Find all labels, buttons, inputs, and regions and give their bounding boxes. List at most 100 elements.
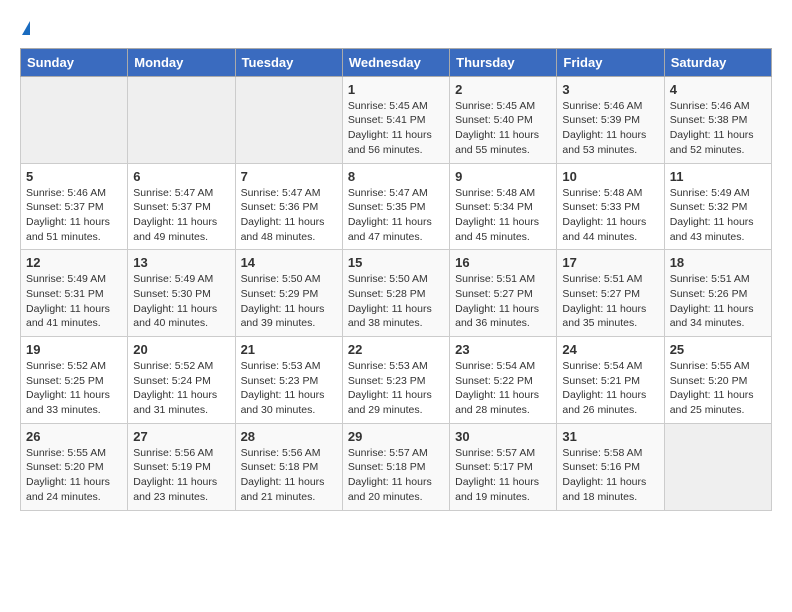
weekday-header-tuesday: Tuesday: [235, 48, 342, 76]
day-number: 9: [455, 169, 551, 184]
calendar-cell: [664, 423, 771, 510]
day-info: Sunrise: 5:58 AM Sunset: 5:16 PM Dayligh…: [562, 446, 658, 505]
day-info: Sunrise: 5:56 AM Sunset: 5:18 PM Dayligh…: [241, 446, 337, 505]
day-info: Sunrise: 5:53 AM Sunset: 5:23 PM Dayligh…: [241, 359, 337, 418]
calendar-cell: 28 Sunrise: 5:56 AM Sunset: 5:18 PM Dayli…: [235, 423, 342, 510]
calendar-cell: 29 Sunrise: 5:57 AM Sunset: 5:18 PM Dayli…: [342, 423, 449, 510]
logo: [20, 20, 30, 40]
day-number: 12: [26, 255, 122, 270]
day-number: 28: [241, 429, 337, 444]
calendar-cell: 3 Sunrise: 5:46 AM Sunset: 5:39 PM Daylig…: [557, 76, 664, 163]
calendar-week-row: 19Sunrise: 5:52 AM Sunset: 5:25 PM Dayli…: [21, 337, 772, 424]
header: [20, 20, 772, 40]
day-number: 30: [455, 429, 551, 444]
calendar-cell: 12 Sunrise: 5:49 AM Sunset: 5:31 PM Dayli…: [21, 250, 128, 337]
day-number: 15: [348, 255, 444, 270]
calendar-cell: 6 Sunrise: 5:47 AM Sunset: 5:37 PM Daylig…: [128, 163, 235, 250]
day-info: Sunrise: 5:49 AM Sunset: 5:30 PM Dayligh…: [133, 272, 229, 331]
calendar-week-row: 1 Sunrise: 5:45 AM Sunset: 5:41 PM Daylig…: [21, 76, 772, 163]
calendar-cell: 9 Sunrise: 5:48 AM Sunset: 5:34 PM Daylig…: [450, 163, 557, 250]
day-number: 3: [562, 82, 658, 97]
day-number: 27: [133, 429, 229, 444]
calendar-cell: 19Sunrise: 5:52 AM Sunset: 5:25 PM Dayli…: [21, 337, 128, 424]
calendar-cell: 11 Sunrise: 5:49 AM Sunset: 5:32 PM Dayli…: [664, 163, 771, 250]
day-info: Sunrise: 5:51 AM Sunset: 5:27 PM Dayligh…: [562, 272, 658, 331]
day-number: 4: [670, 82, 766, 97]
day-number: 24: [562, 342, 658, 357]
day-info: Sunrise: 5:46 AM Sunset: 5:37 PM Dayligh…: [26, 186, 122, 245]
logo-top: [20, 20, 30, 40]
calendar-cell: 17 Sunrise: 5:51 AM Sunset: 5:27 PM Dayli…: [557, 250, 664, 337]
calendar-week-row: 12 Sunrise: 5:49 AM Sunset: 5:31 PM Dayli…: [21, 250, 772, 337]
day-info: Sunrise: 5:54 AM Sunset: 5:22 PM Dayligh…: [455, 359, 551, 418]
day-number: 18: [670, 255, 766, 270]
calendar-cell: 30Sunrise: 5:57 AM Sunset: 5:17 PM Dayli…: [450, 423, 557, 510]
day-number: 1: [348, 82, 444, 97]
day-info: Sunrise: 5:55 AM Sunset: 5:20 PM Dayligh…: [26, 446, 122, 505]
day-info: Sunrise: 5:57 AM Sunset: 5:18 PM Dayligh…: [348, 446, 444, 505]
calendar-cell: [21, 76, 128, 163]
day-info: Sunrise: 5:48 AM Sunset: 5:34 PM Dayligh…: [455, 186, 551, 245]
calendar-cell: 2Sunrise: 5:45 AM Sunset: 5:40 PM Daylig…: [450, 76, 557, 163]
day-number: 14: [241, 255, 337, 270]
calendar-cell: 31 Sunrise: 5:58 AM Sunset: 5:16 PM Dayli…: [557, 423, 664, 510]
day-number: 7: [241, 169, 337, 184]
weekday-header-sunday: Sunday: [21, 48, 128, 76]
calendar-cell: 1 Sunrise: 5:45 AM Sunset: 5:41 PM Daylig…: [342, 76, 449, 163]
day-number: 29: [348, 429, 444, 444]
calendar-cell: 22 Sunrise: 5:53 AM Sunset: 5:23 PM Dayli…: [342, 337, 449, 424]
day-number: 2: [455, 82, 551, 97]
day-number: 17: [562, 255, 658, 270]
calendar-cell: 23 Sunrise: 5:54 AM Sunset: 5:22 PM Dayli…: [450, 337, 557, 424]
day-info: Sunrise: 5:47 AM Sunset: 5:37 PM Dayligh…: [133, 186, 229, 245]
weekday-header-thursday: Thursday: [450, 48, 557, 76]
day-info: Sunrise: 5:49 AM Sunset: 5:31 PM Dayligh…: [26, 272, 122, 331]
day-number: 21: [241, 342, 337, 357]
calendar-cell: [128, 76, 235, 163]
calendar-cell: 13Sunrise: 5:49 AM Sunset: 5:30 PM Dayli…: [128, 250, 235, 337]
day-info: Sunrise: 5:55 AM Sunset: 5:20 PM Dayligh…: [670, 359, 766, 418]
day-number: 23: [455, 342, 551, 357]
weekday-header-saturday: Saturday: [664, 48, 771, 76]
day-number: 20: [133, 342, 229, 357]
day-number: 26: [26, 429, 122, 444]
page: SundayMondayTuesdayWednesdayThursdayFrid…: [0, 0, 792, 521]
calendar-week-row: 26 Sunrise: 5:55 AM Sunset: 5:20 PM Dayli…: [21, 423, 772, 510]
calendar-cell: 26 Sunrise: 5:55 AM Sunset: 5:20 PM Dayli…: [21, 423, 128, 510]
day-number: 6: [133, 169, 229, 184]
weekday-header-row: SundayMondayTuesdayWednesdayThursdayFrid…: [21, 48, 772, 76]
calendar-cell: 8 Sunrise: 5:47 AM Sunset: 5:35 PM Daylig…: [342, 163, 449, 250]
day-info: Sunrise: 5:51 AM Sunset: 5:26 PM Dayligh…: [670, 272, 766, 331]
calendar-cell: 27Sunrise: 5:56 AM Sunset: 5:19 PM Dayli…: [128, 423, 235, 510]
day-info: Sunrise: 5:46 AM Sunset: 5:39 PM Dayligh…: [562, 99, 658, 158]
day-info: Sunrise: 5:49 AM Sunset: 5:32 PM Dayligh…: [670, 186, 766, 245]
day-info: Sunrise: 5:52 AM Sunset: 5:25 PM Dayligh…: [26, 359, 122, 418]
day-number: 11: [670, 169, 766, 184]
calendar-table: SundayMondayTuesdayWednesdayThursdayFrid…: [20, 48, 772, 511]
calendar-cell: 7 Sunrise: 5:47 AM Sunset: 5:36 PM Daylig…: [235, 163, 342, 250]
calendar-week-row: 5Sunrise: 5:46 AM Sunset: 5:37 PM Daylig…: [21, 163, 772, 250]
day-info: Sunrise: 5:46 AM Sunset: 5:38 PM Dayligh…: [670, 99, 766, 158]
calendar-cell: 4 Sunrise: 5:46 AM Sunset: 5:38 PM Daylig…: [664, 76, 771, 163]
calendar-tbody: 1 Sunrise: 5:45 AM Sunset: 5:41 PM Daylig…: [21, 76, 772, 510]
day-number: 8: [348, 169, 444, 184]
day-info: Sunrise: 5:47 AM Sunset: 5:36 PM Dayligh…: [241, 186, 337, 245]
day-info: Sunrise: 5:50 AM Sunset: 5:29 PM Dayligh…: [241, 272, 337, 331]
calendar-cell: 18 Sunrise: 5:51 AM Sunset: 5:26 PM Dayli…: [664, 250, 771, 337]
weekday-header-wednesday: Wednesday: [342, 48, 449, 76]
calendar-cell: 14 Sunrise: 5:50 AM Sunset: 5:29 PM Dayli…: [235, 250, 342, 337]
day-info: Sunrise: 5:53 AM Sunset: 5:23 PM Dayligh…: [348, 359, 444, 418]
day-number: 31: [562, 429, 658, 444]
day-number: 22: [348, 342, 444, 357]
calendar-thead: SundayMondayTuesdayWednesdayThursdayFrid…: [21, 48, 772, 76]
day-info: Sunrise: 5:48 AM Sunset: 5:33 PM Dayligh…: [562, 186, 658, 245]
day-number: 25: [670, 342, 766, 357]
calendar-cell: 10Sunrise: 5:48 AM Sunset: 5:33 PM Dayli…: [557, 163, 664, 250]
calendar-cell: 25 Sunrise: 5:55 AM Sunset: 5:20 PM Dayli…: [664, 337, 771, 424]
calendar-cell: 24Sunrise: 5:54 AM Sunset: 5:21 PM Dayli…: [557, 337, 664, 424]
calendar-cell: 21 Sunrise: 5:53 AM Sunset: 5:23 PM Dayli…: [235, 337, 342, 424]
weekday-header-friday: Friday: [557, 48, 664, 76]
day-info: Sunrise: 5:45 AM Sunset: 5:41 PM Dayligh…: [348, 99, 444, 158]
day-info: Sunrise: 5:47 AM Sunset: 5:35 PM Dayligh…: [348, 186, 444, 245]
weekday-header-monday: Monday: [128, 48, 235, 76]
